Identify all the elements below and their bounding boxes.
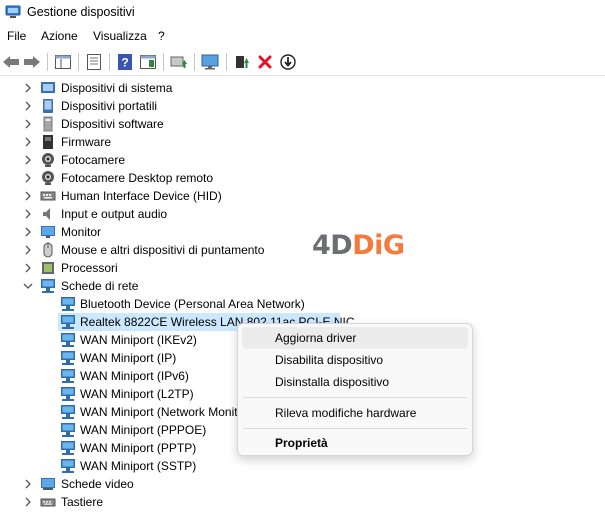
chevron-right-icon[interactable] [23, 227, 33, 237]
chevron-right-icon[interactable] [23, 83, 33, 93]
watermark-part2: DiG [352, 230, 405, 261]
processor-icon [42, 262, 54, 274]
context-menu: Aggiorna driver Disabilita dispositivo D… [237, 323, 473, 456]
ctx-scan-hardware[interactable]: Rileva modifiche hardware [242, 402, 468, 424]
ctx-label: Aggiorna driver [275, 331, 357, 345]
tree-label: Dispositivi software [61, 117, 164, 131]
network-adapter-icon [61, 351, 75, 365]
tree-label: Mouse e altri dispositivi di puntamento [61, 243, 265, 257]
network-adapter-icon [61, 297, 75, 311]
tree-label: WAN Miniport (PPTP) [80, 441, 197, 455]
menu-help[interactable]: ? [158, 28, 165, 44]
menu-visualizza[interactable]: Visualizza [93, 28, 147, 44]
chevron-right-icon[interactable] [23, 155, 33, 165]
hid-icon [40, 191, 56, 201]
chevron-right-icon[interactable] [23, 119, 33, 129]
network-adapter-icon [61, 423, 75, 437]
device-manager-icon [5, 5, 21, 18]
network-adapter-icon [61, 333, 75, 347]
help-icon[interactable]: ? [115, 52, 135, 72]
tree-label: Monitor [61, 225, 102, 239]
uninstall-x-icon[interactable] [255, 52, 275, 72]
watermark-logo: 4DDiG [312, 230, 405, 261]
tree-label: Bluetooth Device (Personal Area Network) [80, 297, 305, 311]
camera-icon [42, 153, 54, 167]
tree-label: WAN Miniport (Network Monitor) [80, 405, 253, 419]
camera-icon [42, 171, 54, 185]
tree-label: WAN Miniport (SSTP) [80, 459, 197, 473]
view-icon[interactable] [138, 52, 158, 72]
ctx-separator [243, 397, 467, 398]
monitor-icon [41, 226, 55, 238]
ctx-label: Disinstalla dispositivo [275, 375, 390, 389]
svg-text:?: ? [121, 56, 128, 70]
properties-icon[interactable] [84, 52, 104, 72]
chevron-right-icon[interactable] [23, 245, 33, 255]
update-driver-icon[interactable] [169, 52, 189, 72]
chevron-right-icon[interactable] [23, 263, 33, 273]
tree-label: Dispositivi di sistema [61, 81, 173, 95]
monitor-scan-icon[interactable] [200, 52, 220, 72]
ctx-label: Proprietà [275, 436, 328, 450]
tree-label: Firmware [61, 135, 111, 149]
network-adapter-icon [41, 279, 55, 293]
chevron-right-icon[interactable] [23, 209, 33, 219]
tree-label: Tastiere [61, 495, 104, 509]
ctx-properties[interactable]: Proprietà [242, 432, 468, 454]
chevron-right-icon[interactable] [23, 137, 33, 147]
network-adapter-icon [61, 459, 75, 473]
add-driver-icon[interactable] [232, 52, 252, 72]
network-adapter-icon [61, 315, 75, 329]
ctx-disable-device[interactable]: Disabilita dispositivo [242, 349, 468, 371]
system-devices-icon [41, 82, 55, 93]
network-adapter-icon [61, 369, 75, 383]
tree-label: WAN Miniport (IKEv2) [80, 333, 197, 347]
forward-arrow-icon[interactable] [22, 52, 42, 72]
tree-label: WAN Miniport (PPPOE) [80, 423, 207, 437]
ctx-update-driver[interactable]: Aggiorna driver [242, 327, 468, 349]
keyboard-icon [40, 498, 56, 507]
ctx-separator [243, 428, 467, 429]
tree-label: WAN Miniport (L2TP) [80, 387, 194, 401]
download-icon[interactable] [278, 52, 298, 72]
tree-label: Input e output audio [61, 207, 168, 221]
window-title: Gestione dispositivi [27, 5, 135, 19]
menu-file[interactable]: File [7, 28, 26, 44]
tree-label: Schede video [61, 477, 134, 491]
display-adapter-icon [41, 478, 55, 490]
tree-label: Fotocamere Desktop remoto [61, 171, 214, 185]
tree-label: Human Interface Device (HID) [61, 189, 222, 203]
software-devices-icon [43, 116, 53, 132]
tree-label: Fotocamere [61, 153, 126, 167]
tree-label: WAN Miniport (IP) [80, 351, 177, 365]
title-bar: Gestione dispositivi [0, 0, 605, 26]
network-adapter-icon [61, 441, 75, 455]
chevron-right-icon[interactable] [23, 191, 33, 201]
ctx-label: Rileva modifiche hardware [275, 406, 417, 420]
ctx-label: Disabilita dispositivo [275, 353, 384, 367]
firmware-icon [43, 135, 53, 149]
ctx-uninstall-device[interactable]: Disinstalla dispositivo [242, 371, 468, 393]
tree-label: Dispositivi portatili [61, 99, 158, 113]
chevron-right-icon[interactable] [23, 497, 33, 507]
watermark-part1: 4D [312, 230, 353, 261]
chevron-down-icon[interactable] [23, 281, 33, 291]
tree-label: Schede di rete [61, 279, 139, 293]
menu-azione[interactable]: Azione [41, 28, 78, 44]
audio-icon [43, 208, 50, 220]
mouse-icon [43, 242, 53, 258]
portable-devices-icon [43, 99, 53, 113]
toolbar: ? [0, 50, 605, 74]
network-adapter-icon [61, 405, 75, 419]
tree-label: WAN Miniport (IPv6) [80, 369, 189, 383]
back-arrow-icon[interactable] [1, 52, 21, 72]
chevron-right-icon[interactable] [23, 479, 33, 489]
chevron-right-icon[interactable] [23, 101, 33, 111]
network-adapter-icon [61, 387, 75, 401]
chevron-right-icon[interactable] [23, 173, 33, 183]
show-hide-tree-icon[interactable] [53, 52, 73, 72]
tree-label: Processori [61, 261, 118, 275]
